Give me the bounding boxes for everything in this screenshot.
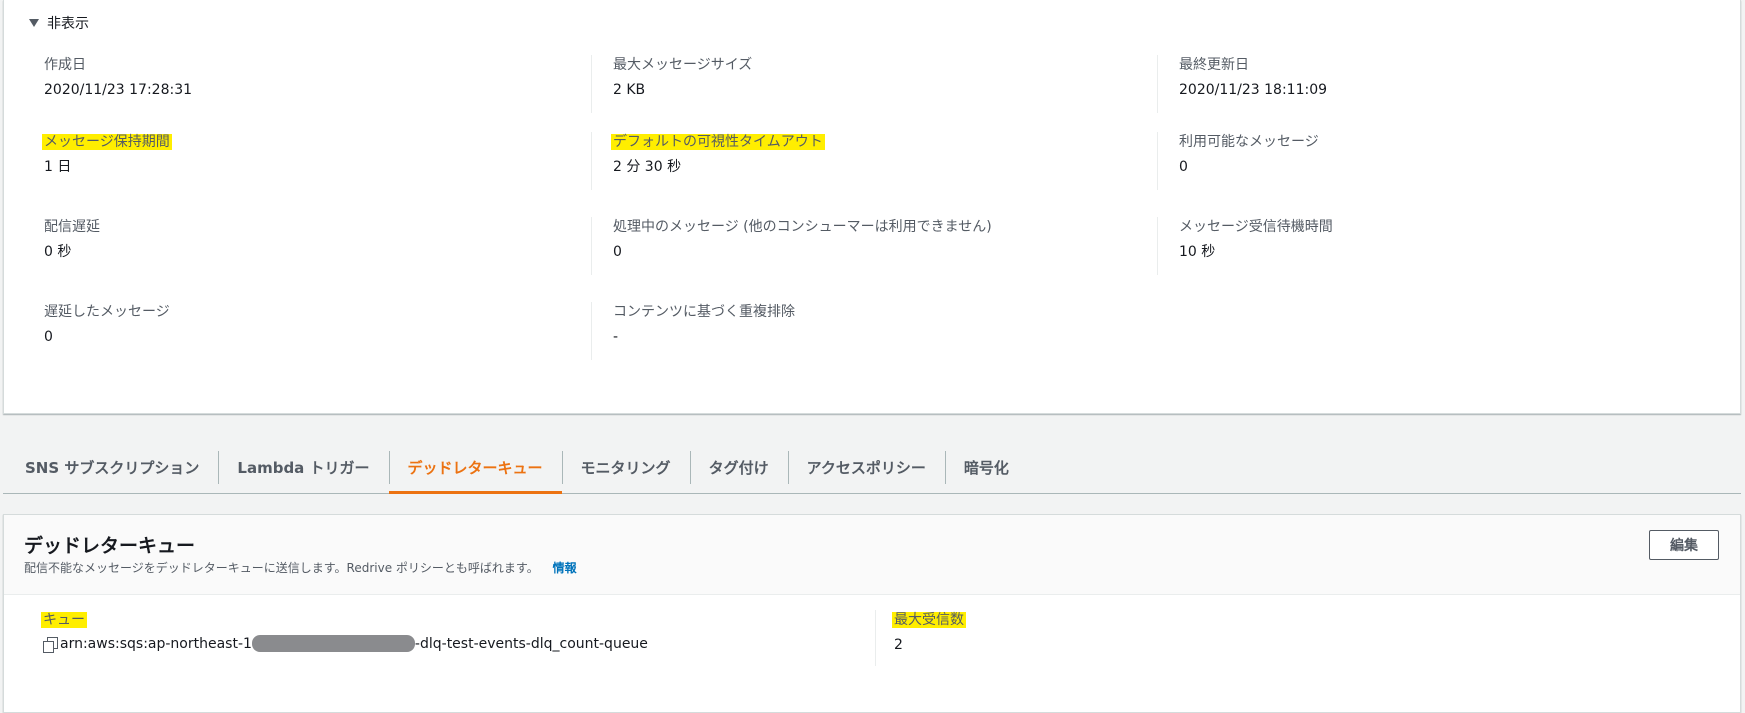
dlq-title: デッドレターキュー [24,535,196,557]
dlq-max-receives: 最大受信数 2 [875,610,966,666]
detail-label-highlighted: デフォルトの可視性タイムアウト [611,134,825,150]
tab-tagging[interactable]: タグ付け [689,442,788,493]
queue-arn-suffix: -dlq-test-events-dlq_count-queue [414,635,648,652]
detail-in-flight-messages: 処理中のメッセージ (他のコンシューマーは利用できません) 0 [591,217,992,275]
queue-label: キュー [41,612,87,628]
detail-label: メッセージ受信待機時間 [1179,219,1333,235]
queue-tabs: SNS サブスクリプション Lambda トリガー デッドレターキュー モニタリ… [3,442,1741,494]
detail-receive-wait-time: メッセージ受信待機時間 10 秒 [1157,217,1333,275]
dlq-body: キュー arn:aws:sqs:ap-northeast-1 -dlq-test… [4,610,1740,670]
detail-label: 配信遅延 [44,219,100,235]
detail-delivery-delay: 配信遅延 0 秒 [4,217,100,275]
detail-created: 作成日 2020/11/23 17:28:31 [4,55,192,113]
dlq-queue: キュー arn:aws:sqs:ap-northeast-1 -dlq-test… [41,610,648,666]
tab-monitoring[interactable]: モニタリング [561,442,690,493]
edit-button[interactable]: 編集 [1649,530,1719,560]
detail-value: 2020/11/23 18:11:09 [1179,82,1328,98]
detail-visibility-timeout: デフォルトの可視性タイムアウト 2 分 30 秒 [591,132,825,190]
detail-content-deduplication: コンテンツに基づく重複排除 - [591,302,795,360]
detail-value: 0 [613,244,622,260]
detail-label: 最大メッセージサイズ [613,57,753,73]
dead-letter-queue-panel: デッドレターキュー 配信不能なメッセージをデッドレターキューに送信します。Red… [3,514,1741,713]
copy-icon[interactable] [43,636,58,653]
tab-encryption[interactable]: 暗号化 [944,442,1028,493]
tab-lambda-triggers[interactable]: Lambda トリガー [218,442,388,493]
detail-value: 2 KB [613,82,646,98]
detail-available-messages: 利用可能なメッセージ 0 [1157,132,1319,190]
tab-sns-subscriptions[interactable]: SNS サブスクリプション [3,442,218,493]
tab-access-policy[interactable]: アクセスポリシー [787,442,945,493]
detail-value: 0 [1179,159,1188,175]
dlq-header: デッドレターキュー 配信不能なメッセージをデッドレターキューに送信します。Red… [4,515,1740,595]
detail-value: 1 日 [44,159,72,175]
details-toggle[interactable]: 非表示 [29,13,89,33]
details-row: 作成日 2020/11/23 17:28:31 最大メッセージサイズ 2 KB … [4,55,1742,115]
detail-label: 処理中のメッセージ (他のコンシューマーは利用できません) [613,219,992,235]
queue-details-panel: 非表示 作成日 2020/11/23 17:28:31 最大メッセージサイズ 2… [3,0,1741,414]
details-row: 遅延したメッセージ 0 コンテンツに基づく重複排除 - [4,302,1742,362]
detail-label-highlighted: メッセージ保持期間 [42,134,172,150]
detail-label: 最終更新日 [1179,57,1249,73]
details-row: 配信遅延 0 秒 処理中のメッセージ (他のコンシューマーは利用できません) 0… [4,217,1742,277]
detail-label: 利用可能なメッセージ [1179,134,1319,150]
details-toggle-label: 非表示 [47,16,89,32]
detail-max-message-size: 最大メッセージサイズ 2 KB [591,55,752,113]
detail-value: 0 [44,329,53,345]
details-row: メッセージ保持期間 1 日 デフォルトの可視性タイムアウト 2 分 30 秒 利… [4,132,1742,192]
detail-value: - [613,329,619,345]
detail-label: 作成日 [44,57,86,73]
max-receives-value: 2 [894,637,903,653]
tab-dead-letter-queue[interactable]: デッドレターキュー [388,442,562,494]
detail-retention-period: メッセージ保持期間 1 日 [4,132,172,190]
queue-arn-prefix: arn:aws:sqs:ap-northeast-1 [60,635,252,652]
caret-down-icon [29,19,39,27]
queue-arn: arn:aws:sqs:ap-northeast-1 -dlq-test-eve… [43,635,648,653]
detail-label: コンテンツに基づく重複排除 [613,304,795,320]
detail-value: 10 秒 [1179,244,1216,260]
max-receives-label: 最大受信数 [892,612,966,628]
detail-value: 2020/11/23 17:28:31 [44,82,193,98]
dlq-description: 配信不能なメッセージをデッドレターキューに送信します。Redrive ポリシーと… [24,559,577,576]
detail-label: 遅延したメッセージ [44,304,170,320]
detail-value: 0 秒 [44,244,72,260]
detail-delayed-messages: 遅延したメッセージ 0 [4,302,170,360]
info-link[interactable]: 情報 [553,561,577,575]
detail-value: 2 分 30 秒 [613,159,682,175]
dlq-description-text: 配信不能なメッセージをデッドレターキューに送信します。Redrive ポリシーと… [24,561,539,575]
redacted-account-id [251,635,415,652]
detail-last-updated: 最終更新日 2020/11/23 18:11:09 [1157,55,1327,113]
